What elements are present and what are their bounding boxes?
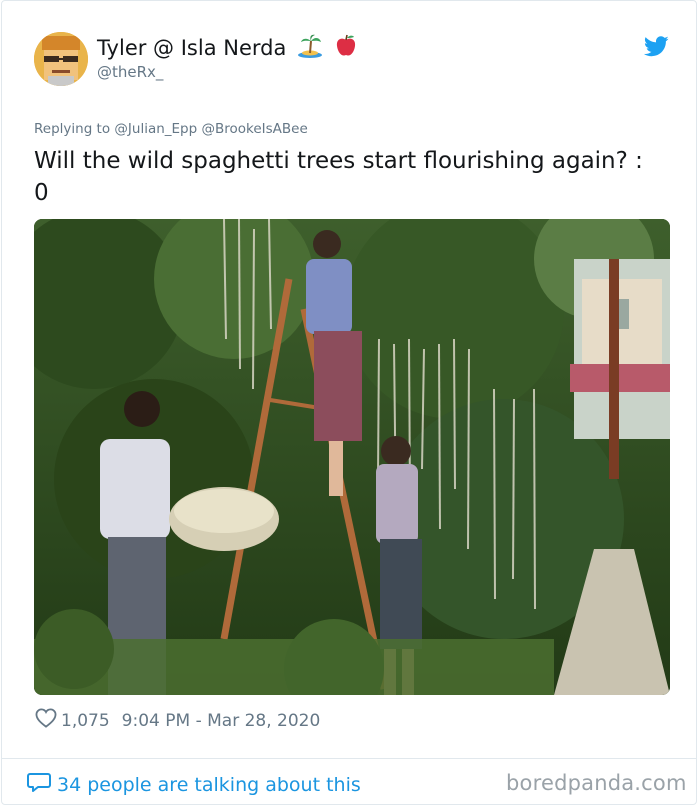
conversation-link[interactable]: 34 people are talking about this [27, 771, 361, 798]
like-count[interactable]: 1,075 [61, 711, 110, 731]
twitter-bird-icon[interactable] [643, 36, 669, 57]
divider [2, 758, 696, 759]
tweet-text-line: 0 [34, 180, 49, 206]
avatar[interactable] [34, 32, 88, 86]
timestamp[interactable]: 9:04 PM - Mar 28, 2020 [122, 711, 321, 731]
watermark: boredpanda.com [506, 771, 687, 795]
apple-icon [334, 34, 358, 63]
heart-icon[interactable] [35, 708, 57, 733]
tweet-text-line: Will the wild spaghetti trees start flou… [34, 148, 643, 174]
tweet-photo[interactable] [34, 219, 670, 695]
speech-bubble-icon [27, 771, 51, 798]
tweet-meta: 1,075 9:04 PM - Mar 28, 2020 [35, 708, 320, 733]
user-handle[interactable]: @theRx_ [97, 63, 163, 81]
display-name[interactable]: Tyler @ Isla Nerda [97, 34, 358, 63]
desert-island-icon [297, 34, 323, 63]
tweet-text: Will the wild spaghetti trees start flou… [34, 145, 674, 209]
replying-to[interactable]: Replying to @Julian_Epp @BrookeIsABee [34, 121, 308, 137]
conversation-text: 34 people are talking about this [57, 773, 361, 796]
tweet-card: Tyler @ Isla Nerda @theRx_ Replying to @… [1, 0, 697, 805]
